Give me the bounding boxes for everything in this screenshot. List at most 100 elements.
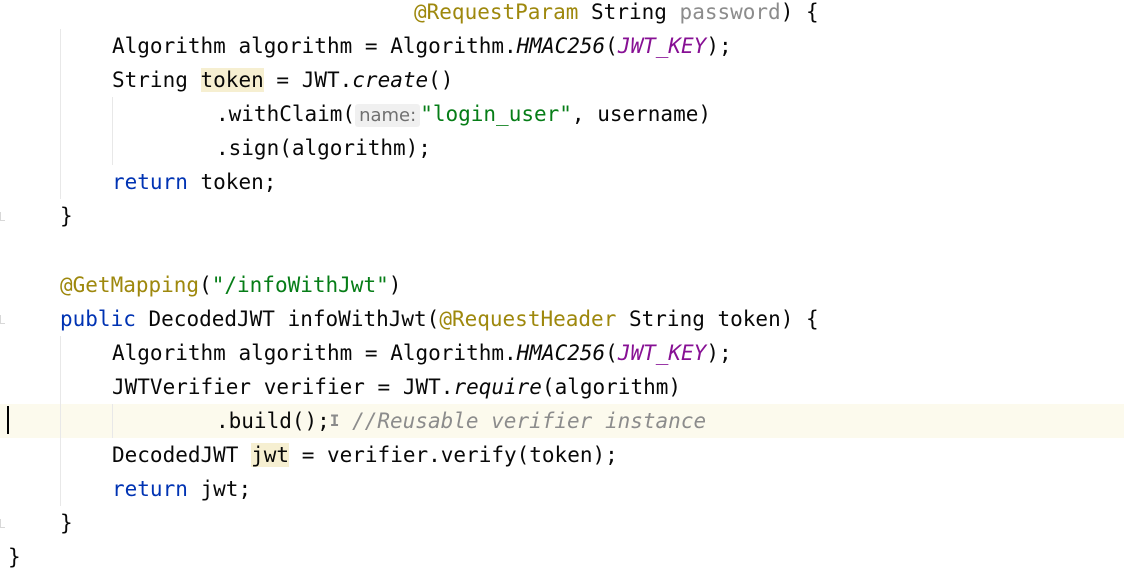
string-login-user: "login_user" bbox=[420, 102, 572, 126]
indent-guide bbox=[112, 97, 113, 131]
code-text: @RequestParam String password) { bbox=[414, 0, 819, 29]
punctuation: () bbox=[428, 68, 454, 92]
fold-marker-icon[interactable] bbox=[0, 519, 5, 528]
code-line-5[interactable]: .sign(algorithm); bbox=[0, 131, 1124, 165]
text-caret bbox=[7, 406, 9, 434]
code-line-14[interactable]: return jwt; bbox=[0, 472, 1124, 506]
type-decoded-jwt: DecodedJWT bbox=[148, 307, 275, 331]
code-text: return jwt; bbox=[112, 472, 251, 506]
type-string: String bbox=[591, 0, 667, 24]
type-decoded-jwt: DecodedJWT bbox=[112, 443, 239, 467]
method-build: .build(); bbox=[216, 409, 330, 433]
code-line-16[interactable]: } bbox=[0, 540, 1124, 570]
const-jwt-key: JWT_KEY bbox=[617, 341, 707, 365]
code-rest: token; bbox=[200, 170, 277, 194]
annotation-request-header: @RequestHeader bbox=[439, 307, 617, 331]
param-password: password bbox=[679, 0, 781, 24]
indent-guide bbox=[60, 97, 61, 131]
type-jwt-verifier: JWTVerifier bbox=[112, 375, 252, 399]
indent-guide bbox=[60, 404, 61, 438]
class-ref: Algorithm. bbox=[390, 34, 517, 58]
method-create: create bbox=[352, 68, 429, 92]
var-jwt-highlighted: jwt bbox=[251, 443, 290, 467]
closing-brace: } bbox=[60, 511, 73, 535]
code-line-11[interactable]: JWTVerifier verifier = JWT.require(algor… bbox=[0, 370, 1124, 404]
punctuation: ( bbox=[605, 34, 618, 58]
var-algorithm: algorithm bbox=[238, 341, 353, 365]
code-line-13[interactable]: DecodedJWT jwt = verifier.verify(token); bbox=[0, 438, 1124, 472]
indent-guide bbox=[60, 131, 61, 165]
method-info-with-jwt: infoWithJwt( bbox=[287, 307, 440, 331]
method-hmac256: HMAC256 bbox=[516, 34, 606, 58]
class-ref: Algorithm. bbox=[390, 341, 517, 365]
method-hmac256: HMAC256 bbox=[516, 341, 606, 365]
code-text: Algorithm algorithm = Algorithm.HMAC256(… bbox=[112, 336, 732, 370]
type-algorithm: Algorithm bbox=[112, 34, 226, 58]
code-text: .withClaim(name: "login_user", username) bbox=[216, 97, 711, 131]
code-line-15[interactable]: } bbox=[0, 506, 1124, 540]
punctuation: ( bbox=[605, 341, 618, 365]
code-text: String token = JWT.create() bbox=[112, 63, 453, 97]
code-line-1[interactable]: @RequestParam String password) { bbox=[0, 0, 1124, 29]
indent-guide bbox=[60, 438, 61, 472]
mouse-ibeam-icon: I bbox=[329, 411, 340, 430]
punctuation: ); bbox=[706, 34, 732, 58]
code-line-7[interactable]: } bbox=[0, 199, 1124, 233]
closing-brace: } bbox=[60, 204, 73, 228]
code-text: @GetMapping("/infoWithJwt") bbox=[60, 268, 401, 302]
keyword-return: return bbox=[112, 477, 188, 501]
var-verifier: verifier bbox=[263, 375, 365, 399]
code-text: public DecodedJWT infoWithJwt(@RequestHe… bbox=[60, 302, 819, 336]
fold-marker-icon[interactable] bbox=[0, 212, 5, 221]
class-ref: JWT. bbox=[402, 375, 454, 399]
code-text: .build();I //Reusable verifier instance bbox=[216, 404, 706, 438]
code-text: return token; bbox=[112, 165, 276, 199]
code-line-8[interactable]: @GetMapping("/infoWithJwt") bbox=[0, 268, 1124, 302]
code-rest: jwt; bbox=[200, 477, 252, 501]
code-editor[interactable]: @RequestParam String password) { Algorit… bbox=[0, 0, 1124, 570]
operator: = bbox=[364, 34, 378, 58]
code-line-6[interactable]: return token; bbox=[0, 165, 1124, 199]
code-line-2[interactable]: Algorithm algorithm = Algorithm.HMAC256(… bbox=[0, 29, 1124, 63]
var-algorithm: algorithm bbox=[238, 34, 353, 58]
comment-reusable-verifier: //Reusable verifier instance bbox=[352, 409, 707, 433]
operator: = bbox=[364, 341, 378, 365]
punctuation: ( bbox=[199, 273, 212, 297]
var-token-highlighted: token bbox=[200, 68, 264, 92]
type-string: String bbox=[112, 68, 188, 92]
keyword-return: return bbox=[112, 170, 188, 194]
code-line-9[interactable]: public DecodedJWT infoWithJwt(@RequestHe… bbox=[0, 302, 1124, 336]
operator: = bbox=[276, 68, 290, 92]
code-text: .sign(algorithm); bbox=[216, 136, 431, 160]
code-rest: String token) { bbox=[629, 307, 819, 331]
operator: = bbox=[377, 375, 391, 399]
indent-guide bbox=[60, 165, 61, 199]
indent-guide bbox=[60, 63, 61, 97]
code-line-10[interactable]: Algorithm algorithm = Algorithm.HMAC256(… bbox=[0, 336, 1124, 370]
code-text: JWTVerifier verifier = JWT.require(algor… bbox=[112, 370, 681, 404]
code-text: DecodedJWT jwt = verifier.verify(token); bbox=[112, 438, 618, 472]
indent-guide bbox=[60, 336, 61, 370]
parameter-hint: name: bbox=[355, 104, 421, 127]
code-rest: = verifier.verify(token); bbox=[301, 443, 618, 467]
code-line-3[interactable]: String token = JWT.create() bbox=[0, 63, 1124, 97]
type-algorithm: Algorithm bbox=[112, 341, 226, 365]
punctuation: ) bbox=[388, 273, 402, 297]
indent-guide bbox=[112, 131, 113, 165]
const-jwt-key: JWT_KEY bbox=[617, 34, 707, 58]
code-rest: , username) bbox=[571, 102, 711, 126]
indent-guide bbox=[60, 472, 61, 506]
annotation-get-mapping: @GetMapping bbox=[60, 273, 200, 297]
indent-guide bbox=[112, 404, 113, 438]
code-text: Algorithm algorithm = Algorithm.HMAC256(… bbox=[112, 29, 732, 63]
indent-guide bbox=[60, 29, 61, 63]
code-rest: (algorithm) bbox=[541, 375, 682, 399]
code-line-12-current[interactable]: .build();I //Reusable verifier instance bbox=[0, 404, 1124, 438]
keyword-public: public bbox=[60, 307, 136, 331]
method-with-claim: .withClaim( bbox=[216, 102, 356, 126]
class-ref: JWT. bbox=[301, 68, 353, 92]
fold-marker-icon[interactable] bbox=[0, 315, 5, 324]
code-line-4[interactable]: .withClaim(name: "login_user", username) bbox=[0, 97, 1124, 131]
punctuation: ); bbox=[706, 341, 732, 365]
indent-guide bbox=[60, 370, 61, 404]
